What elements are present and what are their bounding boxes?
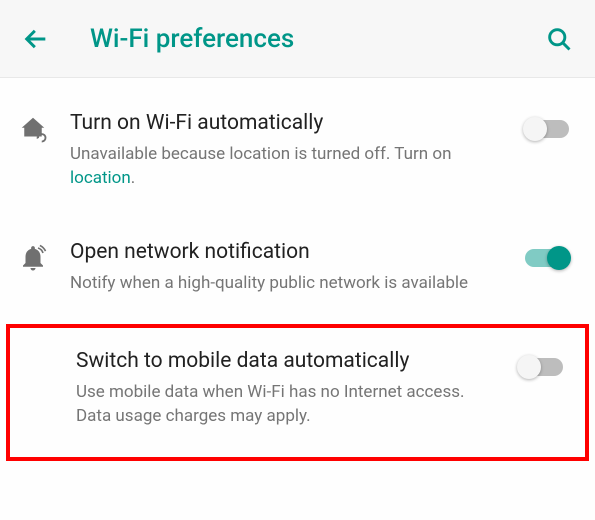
setting-subtitle: Unavailable because location is turned o… — [70, 143, 499, 191]
app-header: Wi-Fi preferences — [0, 0, 595, 78]
setting-content: Open network notification Notify when a … — [70, 239, 519, 296]
back-arrow-icon[interactable] — [20, 23, 52, 55]
page-title: Wi-Fi preferences — [90, 24, 543, 54]
bell-signal-icon — [18, 239, 70, 273]
empty-icon — [24, 348, 76, 352]
setting-subtitle: Use mobile data when Wi-Fi has no Intern… — [76, 381, 493, 429]
search-icon[interactable] — [543, 23, 575, 55]
subtitle-text: Unavailable because location is turned o… — [70, 144, 451, 164]
setting-open-network[interactable]: Open network notification Notify when a … — [0, 215, 595, 320]
setting-title: Open network notification — [70, 239, 499, 266]
home-refresh-icon — [18, 110, 70, 144]
setting-mobile-data[interactable]: Switch to mobile data automatically Use … — [10, 328, 585, 457]
toggle-container — [513, 348, 569, 376]
subtitle-text: . — [131, 168, 135, 188]
toggle-container — [519, 239, 575, 267]
setting-title: Turn on Wi-Fi automatically — [70, 110, 499, 137]
setting-auto-wifi[interactable]: Turn on Wi-Fi automatically Unavailable … — [0, 86, 595, 215]
mobile-data-toggle[interactable] — [519, 358, 563, 376]
auto-wifi-toggle[interactable] — [525, 120, 569, 138]
setting-subtitle: Notify when a high-quality public networ… — [70, 272, 499, 296]
open-network-toggle[interactable] — [525, 249, 569, 267]
settings-list: Turn on Wi-Fi automatically Unavailable … — [0, 78, 595, 461]
setting-title: Switch to mobile data automatically — [76, 348, 493, 375]
highlight-box: Switch to mobile data automatically Use … — [6, 324, 589, 461]
toggle-container — [519, 110, 575, 138]
setting-content: Switch to mobile data automatically Use … — [76, 348, 513, 429]
setting-content: Turn on Wi-Fi automatically Unavailable … — [70, 110, 519, 191]
location-link[interactable]: location — [70, 168, 131, 188]
